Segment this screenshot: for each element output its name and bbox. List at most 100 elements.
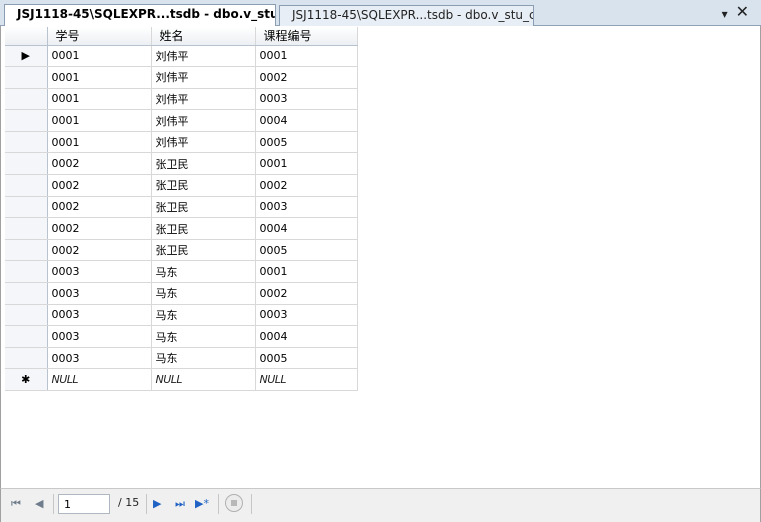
cell-student-id[interactable]: 0003	[47, 325, 152, 348]
cell-course-id[interactable]: 0003	[255, 304, 358, 327]
row-selector[interactable]	[5, 260, 48, 284]
cell-student-id[interactable]: 0001	[47, 66, 152, 89]
null-cell[interactable]: NULL	[47, 368, 152, 391]
cell-student-id[interactable]: 0003	[47, 282, 152, 305]
table-row[interactable]: 0002 张卫民 0004	[5, 217, 358, 240]
stop-icon[interactable]	[225, 494, 243, 512]
row-selector[interactable]	[5, 239, 48, 262]
table-row[interactable]: ▶ 0001 刘伟平 0001	[5, 45, 358, 68]
close-icon[interactable]: ✕	[736, 4, 749, 22]
cell-name[interactable]: 张卫民	[151, 217, 256, 240]
cell-course-id[interactable]: 0004	[255, 109, 358, 132]
cell-name[interactable]: 马东	[151, 325, 256, 348]
table-row[interactable]: 0002 张卫民 0005	[5, 239, 358, 262]
row-selector[interactable]	[5, 217, 48, 240]
cell-student-id[interactable]: 0003	[47, 347, 152, 370]
cell-name[interactable]: 马东	[151, 304, 256, 327]
row-selector[interactable]	[5, 109, 48, 132]
tab-active-view[interactable]: JSJ1118-45\SQLEXPR...tsdb - dbo.v_stu_c	[4, 4, 276, 26]
window-position-icon[interactable]: ▾	[722, 4, 728, 22]
cell-name[interactable]: 张卫民	[151, 239, 256, 262]
cell-student-id[interactable]: 0002	[47, 217, 152, 240]
new-row[interactable]: ✱ NULL NULL NULL	[5, 368, 358, 391]
table-row[interactable]: 0001 刘伟平 0005	[5, 131, 358, 154]
new-row-icon[interactable]: ✱	[5, 368, 48, 391]
cell-name[interactable]: 马东	[151, 282, 256, 305]
cell-student-id[interactable]: 0002	[47, 152, 152, 176]
cell-student-id[interactable]: 0002	[47, 196, 152, 219]
tab-inactive-view[interactable]: JSJ1118-45\SQLEXPR...tsdb - dbo.v_stu_c	[279, 5, 534, 26]
cell-student-id[interactable]: 0001	[47, 45, 152, 68]
row-selector[interactable]	[5, 304, 48, 327]
cell-student-id[interactable]: 0003	[47, 304, 152, 327]
table-row[interactable]: 0001 刘伟平 0002	[5, 66, 358, 89]
row-selector[interactable]	[5, 66, 48, 89]
row-selector[interactable]	[5, 88, 48, 111]
row-header-corner[interactable]	[5, 27, 48, 46]
separator	[146, 494, 147, 514]
row-selector[interactable]	[5, 174, 48, 197]
separator	[218, 494, 219, 514]
row-selector[interactable]	[5, 152, 48, 176]
cell-name[interactable]: 马东	[151, 260, 256, 284]
cell-name[interactable]: 张卫民	[151, 196, 256, 219]
row-selector[interactable]: ▶	[5, 45, 48, 68]
cell-course-id[interactable]: 0002	[255, 174, 358, 197]
cell-course-id[interactable]: 0002	[255, 282, 358, 305]
current-page-input[interactable]: 1	[58, 494, 110, 514]
cell-student-id[interactable]: 0001	[47, 131, 152, 154]
cell-course-id[interactable]: 0005	[255, 347, 358, 370]
next-record-icon[interactable]: ▶	[153, 494, 161, 514]
cell-course-id[interactable]: 0004	[255, 217, 358, 240]
cell-course-id[interactable]: 0001	[255, 45, 358, 68]
row-selector[interactable]	[5, 282, 48, 305]
table-row[interactable]: 0003 马东 0003	[5, 304, 358, 327]
cell-student-id[interactable]: 0001	[47, 88, 152, 111]
cell-course-id[interactable]: 0004	[255, 325, 358, 348]
cell-name[interactable]: 刘伟平	[151, 131, 256, 154]
cell-course-id[interactable]: 0001	[255, 152, 358, 176]
cell-course-id[interactable]: 0001	[255, 260, 358, 284]
column-header-student-id[interactable]: 学号	[47, 27, 152, 46]
row-selector[interactable]	[5, 347, 48, 370]
cell-course-id[interactable]: 0005	[255, 131, 358, 154]
cell-name[interactable]: 刘伟平	[151, 109, 256, 132]
previous-record-icon[interactable]: ◀	[35, 494, 43, 514]
cell-name[interactable]: 张卫民	[151, 152, 256, 176]
cell-student-id[interactable]: 0002	[47, 174, 152, 197]
cell-name[interactable]: 刘伟平	[151, 88, 256, 111]
cell-name[interactable]: 马东	[151, 347, 256, 370]
total-count-label: / 15	[118, 496, 140, 509]
table-row[interactable]: 0001 刘伟平 0004	[5, 109, 358, 132]
row-selector[interactable]	[5, 196, 48, 219]
table-row[interactable]: 0002 张卫民 0003	[5, 196, 358, 219]
row-selector[interactable]	[5, 131, 48, 154]
cell-course-id[interactable]: 0003	[255, 88, 358, 111]
null-cell[interactable]: NULL	[255, 368, 358, 391]
first-record-icon[interactable]: ⏮	[11, 494, 21, 514]
results-grid-area: 学号 姓名 课程编号 ▶ 0001 刘伟平 0001 0001 刘伟平 0002 0001 刘伟…	[0, 26, 761, 488]
cell-student-id[interactable]: 0001	[47, 109, 152, 132]
null-cell[interactable]: NULL	[151, 368, 256, 391]
cell-student-id[interactable]: 0002	[47, 239, 152, 262]
cell-course-id[interactable]: 0003	[255, 196, 358, 219]
table-row[interactable]: 0003 马东 0001	[5, 260, 358, 284]
last-record-icon[interactable]: ⏭	[175, 494, 185, 514]
table-row[interactable]: 0002 张卫民 0002	[5, 174, 358, 197]
cell-course-id[interactable]: 0005	[255, 239, 358, 262]
table-row[interactable]: 0003 马东 0002	[5, 282, 358, 305]
cell-course-id[interactable]: 0002	[255, 66, 358, 89]
cell-name[interactable]: 刘伟平	[151, 66, 256, 89]
cell-name[interactable]: 刘伟平	[151, 45, 256, 68]
column-header-name[interactable]: 姓名	[151, 27, 256, 46]
row-selector[interactable]	[5, 325, 48, 348]
new-record-icon[interactable]: ▶*	[195, 494, 209, 514]
table-row[interactable]: 0003 马东 0005	[5, 347, 358, 370]
table-row[interactable]: 0002 张卫民 0001	[5, 152, 358, 176]
table-row[interactable]: 0003 马东 0004	[5, 325, 358, 348]
cell-student-id[interactable]: 0003	[47, 260, 152, 284]
cell-name[interactable]: 张卫民	[151, 174, 256, 197]
column-header-course-id[interactable]: 课程编号	[255, 27, 358, 46]
tab-tools: ▾ ✕	[722, 4, 749, 22]
table-row[interactable]: 0001 刘伟平 0003	[5, 88, 358, 111]
